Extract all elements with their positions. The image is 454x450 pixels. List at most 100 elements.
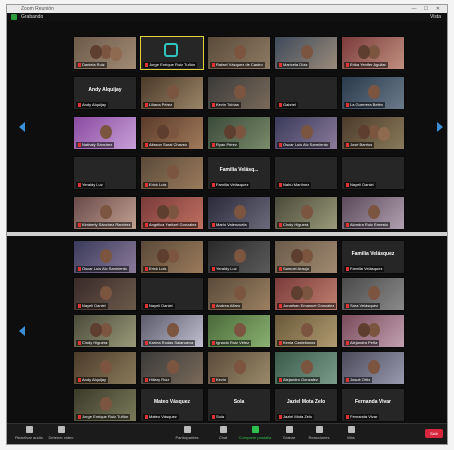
participant-tile[interactable]: Erick Luis <box>140 240 204 274</box>
participant-tile[interactable]: Mario Valenzuela <box>207 196 271 230</box>
participant-name: Nayeli Daniel <box>350 182 374 187</box>
participant-tile[interactable]: Jonathan Emanuel Gonzalez <box>274 277 338 311</box>
participant-name: Jaziel Mota Zelo <box>283 414 313 419</box>
participant-tile[interactable]: Oscar Luis Alc Sarmiento <box>274 116 338 150</box>
participant-tile[interactable]: Hillary Ruiz <box>140 351 204 385</box>
participant-tile[interactable]: Rafael Vázquez de Castro <box>207 36 271 70</box>
participant-tile[interactable]: José Barrios <box>341 116 405 150</box>
participants-icon <box>183 426 191 433</box>
muted-mic-icon <box>78 102 81 107</box>
participant-name: Samuel Araujo <box>283 266 310 271</box>
participant-tile[interactable]: Angélica Yaritzel Gonzalez <box>140 196 204 230</box>
participant-tile[interactable]: Gabriel <box>274 76 338 110</box>
participant-tile[interactable]: Josué Ortiz <box>341 351 405 385</box>
participant-name: La Guerrera Belén <box>350 102 383 107</box>
participant-tile[interactable]: Daniela Ruiz <box>73 36 137 70</box>
gallery-page-1: Daniela Ruiz Jorge Enrique Ruiz Tuñón Rafa… <box>7 22 447 232</box>
participant-tile[interactable]: Maricela Díaz <box>274 36 338 70</box>
muted-mic-icon <box>279 340 282 345</box>
participant-name: Oscar Luis Alc Sarmiento <box>82 266 127 271</box>
participant-tile[interactable]: Alejandra Peña <box>341 314 405 348</box>
participant-tile[interactable]: Cindy Higuera <box>274 196 338 230</box>
participant-tile[interactable]: Alejandro Gonzalez <box>274 351 338 385</box>
participant-tile[interactable]: Nayeli Daniel <box>73 277 137 311</box>
muted-mic-icon <box>279 303 282 308</box>
prev-page-icon-2[interactable] <box>19 326 25 336</box>
more-button[interactable]: Más <box>331 426 371 440</box>
participant-tile[interactable]: Nahú Martínez <box>274 156 338 190</box>
participant-tile[interactable]: Andy Alquijay Andy Alquijay <box>73 76 137 110</box>
participant-video <box>167 85 179 99</box>
participant-tile[interactable]: Jorge Enrique Ruiz Tuñón <box>73 388 137 422</box>
participant-tile[interactable]: Kimberly Sánchez Ramírez <box>73 196 137 230</box>
muted-mic-icon <box>78 340 81 345</box>
participant-display-name: Familia Velásquez <box>351 251 395 257</box>
end-meeting-button[interactable]: Salir <box>425 429 443 438</box>
participant-name: José Barrios <box>350 142 373 147</box>
participant-tile[interactable]: Familia Velásq... Familia Velásquez <box>207 156 271 190</box>
participant-tile[interactable]: Andy Alquijay <box>73 351 137 385</box>
participant-tile[interactable]: Kevin <box>207 351 271 385</box>
participant-tile[interactable]: Familia Velásquez Familia Velásquez <box>341 240 405 274</box>
shield-icon[interactable] <box>11 14 17 20</box>
participant-tile[interactable]: Mateo Vásquez Mateo Vásquez <box>140 388 204 422</box>
participant-tile[interactable]: Samuel Araujo <box>274 240 338 274</box>
participant-name-label: Oscar Luis Alc Sarmiento <box>277 142 330 148</box>
participant-tile[interactable]: Nathaly Sánchez <box>73 116 137 150</box>
participant-tile[interactable]: Alondra Ruiz Ernesto <box>341 196 405 230</box>
participant-tile[interactable]: Liliana Pérez <box>140 76 204 110</box>
participant-display-name: Familia Velásq... <box>219 167 259 173</box>
participant-tile[interactable]: Nayeli Daniel <box>341 156 405 190</box>
participant-name: Mateo Vásquez <box>149 414 177 419</box>
participant-tile[interactable]: Alisson Sarai Chavez <box>140 116 204 150</box>
participant-name-label: Nayeli Daniel <box>76 303 108 309</box>
participant-name: Familia Velásquez <box>216 182 249 187</box>
participant-tile[interactable]: Kevin Tobías <box>207 76 271 110</box>
participant-video <box>100 205 112 219</box>
participant-video <box>358 45 370 59</box>
window-controls[interactable]: — ☐ ✕ <box>412 5 443 13</box>
next-page-icon[interactable] <box>437 122 443 132</box>
participants-button[interactable]: Participantes <box>167 426 207 440</box>
participant-video <box>157 205 169 219</box>
video-grid-1: Daniela Ruiz Jorge Enrique Ruiz Tuñón Rafa… <box>73 36 407 230</box>
participant-tile[interactable]: La Guerrera Belén <box>341 76 405 110</box>
muted-mic-icon <box>145 340 148 345</box>
participant-tile[interactable]: Cindy Higuera <box>73 314 137 348</box>
participant-tile[interactable]: Jorge Enrique Ruiz Tuñón <box>140 36 204 70</box>
participant-tile[interactable]: Sola Sola <box>207 388 271 422</box>
muted-mic-icon <box>145 62 148 67</box>
muted-mic-icon <box>212 303 215 308</box>
participant-tile[interactable]: Ignacio Ruiz Vélez <box>207 314 271 348</box>
participant-tile[interactable]: Jaziel Mota Zelo Jaziel Mota Zelo <box>274 388 338 422</box>
participant-video <box>100 360 112 374</box>
participant-tile[interactable]: Fernanda Vivar Fernanda Vivar <box>341 388 405 422</box>
participant-tile[interactable]: Ryan Pérez <box>207 116 271 150</box>
participant-video <box>301 205 313 219</box>
participant-tile[interactable]: Oscar Luis Alc Sarmiento <box>73 240 137 274</box>
participant-video <box>301 323 313 337</box>
participant-name: Maricela Díaz <box>283 62 308 67</box>
participant-tile[interactable]: Erika Yenifer Aguilar <box>341 36 405 70</box>
participant-name-label: Erick Luis <box>143 266 169 272</box>
participant-name-label: Familia Velásquez <box>210 182 251 188</box>
participant-video <box>234 286 246 300</box>
participant-tile[interactable]: Erick Luis <box>140 156 204 190</box>
participant-tile[interactable]: Andrea Alfaro <box>207 277 271 311</box>
participant-name: Andrea Alfaro <box>216 303 241 308</box>
participant-name-label: Ryan Pérez <box>210 142 239 148</box>
participant-tile[interactable]: Karina Rodas Salanueva <box>140 314 204 348</box>
participant-tile[interactable]: Yeraldy Luz <box>207 240 271 274</box>
participant-name-label: Nayeli Daniel <box>143 303 175 309</box>
participant-tile[interactable]: Sara Velásquez <box>341 277 405 311</box>
participant-tile[interactable]: Yeraldy Luz <box>73 156 137 190</box>
participant-tile[interactable]: Nayeli Daniel <box>140 277 204 311</box>
participant-name-label: Andy Alquijay <box>76 377 109 383</box>
participant-video <box>167 323 179 337</box>
prev-page-icon[interactable] <box>19 122 25 132</box>
view-button[interactable]: Vista <box>430 13 441 22</box>
muted-mic-icon <box>346 62 349 67</box>
video-button[interactable]: Detener video <box>41 426 81 440</box>
participant-tile[interactable]: Kenia Castellanos <box>274 314 338 348</box>
participant-video <box>234 205 246 219</box>
